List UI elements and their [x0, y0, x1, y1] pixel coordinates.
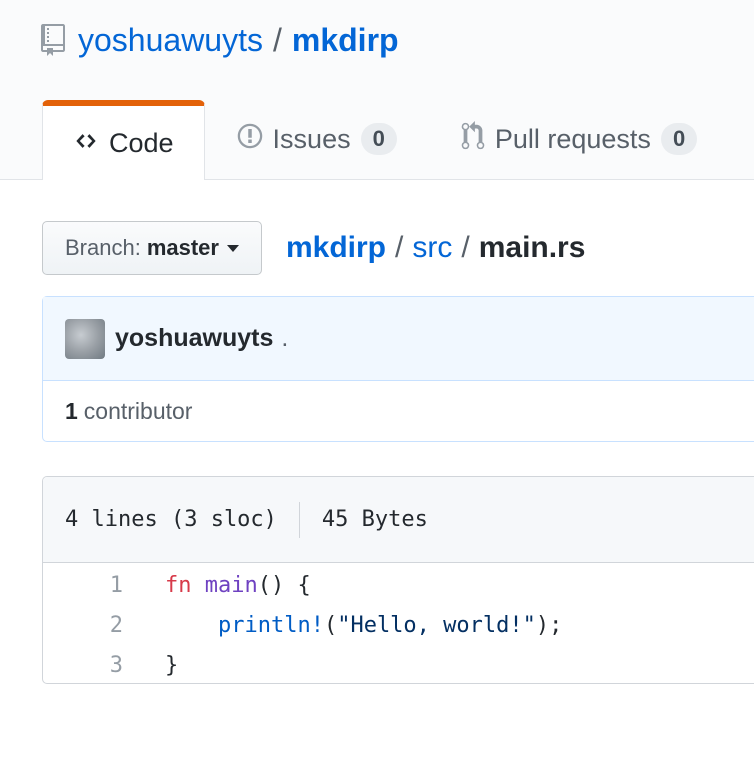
repo-owner-link[interactable]: yoshuawuyts: [78, 22, 263, 59]
code-table: 1 fn main() { 2 println!("Hello, world!"…: [43, 563, 754, 683]
repo-header: yoshuawuyts / mkdirp Code Issues 0 Pull …: [0, 0, 754, 180]
keyword-token: fn: [165, 572, 192, 598]
tab-code[interactable]: Code: [42, 100, 205, 180]
file-header: 4 lines (3 sloc) 45 Bytes: [43, 477, 754, 563]
code-token: }: [165, 652, 179, 678]
code-icon: [73, 128, 99, 159]
branch-select-button[interactable]: Branch: master: [42, 221, 262, 275]
tab-issues[interactable]: Issues 0: [205, 100, 429, 178]
line-number[interactable]: 1: [43, 573, 165, 598]
breadcrumb-dir-link[interactable]: src: [412, 231, 452, 264]
breadcrumb-separator: /: [461, 231, 470, 264]
avatar[interactable]: [65, 318, 105, 359]
contributors-row[interactable]: 1 contributor: [43, 381, 754, 441]
file-viewer: 4 lines (3 sloc) 45 Bytes 1 fn main() { …: [42, 476, 754, 684]
repo-nav-tabs: Code Issues 0 Pull requests 0: [42, 100, 729, 180]
code-line: 3 }: [43, 645, 754, 683]
file-info-divider: [298, 501, 300, 538]
string-token: "Hello, world!": [337, 612, 536, 638]
line-number[interactable]: 3: [43, 653, 165, 678]
tab-issues-label: Issues: [272, 123, 351, 154]
breadcrumb-repo-link[interactable]: mkdirp: [286, 231, 386, 264]
line-code: println!("Hello, world!");: [165, 613, 562, 638]
repo-title: yoshuawuyts / mkdirp: [40, 18, 399, 62]
indent-token: [165, 613, 218, 638]
file-lines-info: 4 lines (3 sloc): [65, 507, 277, 532]
chevron-down-icon: [226, 244, 239, 252]
breadcrumb-separator: /: [395, 231, 404, 264]
code-token: );: [535, 612, 563, 638]
macro-token: println!: [217, 612, 324, 638]
line-number[interactable]: 2: [43, 613, 165, 638]
code-token: (: [323, 612, 338, 638]
pull-requests-count-badge: 0: [660, 123, 698, 155]
tab-pull-requests-label: Pull requests: [494, 123, 651, 154]
function-name-token: main: [204, 572, 258, 598]
commit-message-link[interactable]: .: [281, 324, 288, 353]
repo-name-link[interactable]: mkdirp: [292, 22, 399, 59]
branch-name: master: [146, 235, 219, 260]
tab-code-label: Code: [109, 127, 174, 158]
breadcrumb: mkdirp / src / main.rs: [286, 231, 585, 265]
commit-tease: yoshuawuyts . 1 contributor: [42, 296, 754, 442]
commit-author-link[interactable]: yoshuawuyts: [115, 324, 273, 353]
repo-icon: [40, 24, 66, 56]
line-code: fn main() {: [165, 573, 311, 598]
code-token: () {: [257, 572, 311, 598]
latest-commit-row: yoshuawuyts .: [43, 297, 754, 381]
repo-path-separator: /: [272, 21, 282, 58]
breadcrumb-file-name: main.rs: [478, 231, 586, 264]
file-size: 45 Bytes: [321, 507, 428, 532]
code-line: 2 println!("Hello, world!");: [43, 605, 754, 645]
line-code: }: [165, 653, 178, 678]
contributor-count: 1: [65, 397, 78, 424]
issues-count-badge: 0: [360, 123, 397, 155]
issue-opened-icon: [237, 122, 263, 157]
code-line: 1 fn main() {: [43, 565, 754, 605]
tab-pull-requests[interactable]: Pull requests 0: [429, 100, 729, 178]
file-navigation: Branch: master mkdirp / src / main.rs: [42, 220, 585, 276]
git-pull-request-icon: [461, 120, 485, 158]
branch-label: Branch:: [65, 235, 141, 260]
contributor-label: contributor: [83, 397, 193, 424]
